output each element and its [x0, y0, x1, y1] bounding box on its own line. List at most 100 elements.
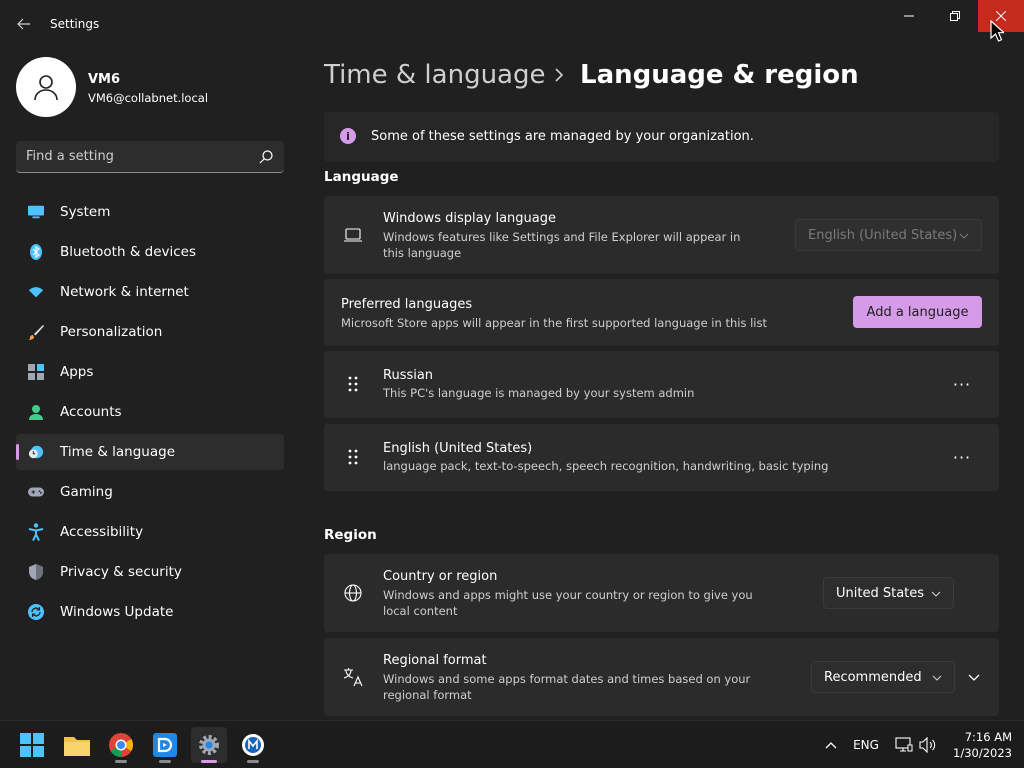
sidebar-item-bluetooth[interactable]: Bluetooth & devices	[16, 234, 284, 270]
taskbar-settings[interactable]	[191, 727, 227, 763]
sidebar-item-label: System	[60, 204, 111, 220]
network-status[interactable]	[894, 735, 914, 755]
preferred-languages-card: Preferred languages Microsoft Store apps…	[324, 279, 999, 346]
sidebar-item-apps[interactable]: Apps	[16, 354, 284, 390]
apps-icon	[28, 364, 44, 380]
country-region-dropdown[interactable]: United States	[823, 577, 954, 609]
country-region-title: Country or region	[383, 569, 498, 584]
drag-handle-icon[interactable]	[342, 373, 364, 395]
input-language-indicator[interactable]: ENG	[850, 735, 882, 755]
regional-format-dropdown[interactable]: Recommended	[811, 661, 955, 693]
expand-chevron-icon[interactable]	[968, 671, 980, 683]
language-item-russian[interactable]: Russian This PC's language is managed by…	[324, 351, 999, 418]
country-region-value: United States	[836, 585, 925, 601]
language-item-english[interactable]: English (United States) language pack, t…	[324, 424, 999, 491]
sidebar-item-label: Windows Update	[60, 604, 174, 620]
breadcrumb-parent[interactable]: Time & language	[324, 60, 545, 90]
search-icon[interactable]	[258, 149, 274, 165]
sidebar-item-accessibility[interactable]: Accessibility	[16, 514, 284, 550]
speaker-icon	[919, 737, 936, 753]
sidebar-item-personalization[interactable]: Personalization	[16, 314, 284, 350]
sidebar-item-system[interactable]: System	[16, 194, 284, 230]
start-button[interactable]	[14, 727, 50, 763]
clock-globe-icon	[28, 444, 44, 460]
taskbar-file-explorer[interactable]	[59, 727, 95, 763]
display-language-value: English (United States)	[808, 227, 958, 243]
sidebar-item-label: Gaming	[60, 484, 113, 500]
preferred-languages-description: Microsoft Store apps will appear in the …	[341, 316, 767, 330]
restore-button[interactable]	[932, 0, 978, 32]
back-arrow-icon	[17, 18, 30, 30]
chrome-icon	[109, 733, 133, 757]
running-indicator	[247, 760, 259, 763]
back-button[interactable]	[12, 12, 36, 36]
sidebar-item-label: Privacy & security	[60, 564, 182, 580]
taskbar: ENG 7:16 AM 1/30/2023	[0, 720, 1024, 768]
clock-date: 1/30/2023	[953, 746, 1012, 760]
taskbar-chrome[interactable]	[103, 727, 139, 763]
sidebar-item-gaming[interactable]: Gaming	[16, 474, 284, 510]
folder-icon	[64, 737, 90, 756]
title-bar: Settings	[0, 0, 1024, 48]
section-title-language: Language	[324, 169, 399, 185]
banner-text: Some of these settings are managed by yo…	[371, 129, 754, 144]
display-language-description: Windows features like Settings and File …	[383, 230, 741, 260]
wifi-icon	[28, 284, 44, 300]
person-icon	[28, 404, 44, 420]
app-title: Settings	[50, 17, 100, 31]
search-input[interactable]	[26, 141, 256, 172]
mouse-cursor-icon	[990, 20, 1004, 42]
taskbar-remote-app[interactable]	[147, 727, 183, 763]
laptop-icon	[342, 224, 364, 246]
taskbar-clock[interactable]: 7:16 AM 1/30/2023	[940, 729, 1012, 761]
globe-icon	[342, 582, 364, 604]
clock-time: 7:16 AM	[964, 730, 1012, 744]
sidebar-item-accounts[interactable]: Accounts	[16, 394, 284, 430]
app-logo-icon	[242, 734, 264, 756]
taskbar-app[interactable]	[235, 727, 271, 763]
shield-icon	[28, 564, 44, 580]
monitor-network-icon	[895, 737, 913, 752]
display-language-dropdown: English (United States)	[795, 219, 982, 251]
user-email: VM6@collabnet.local	[88, 91, 209, 105]
sidebar-item-windows-update[interactable]: Windows Update	[16, 594, 284, 630]
minimize-button[interactable]	[886, 0, 932, 32]
restore-icon	[950, 11, 960, 21]
update-icon	[28, 604, 44, 620]
brush-icon	[28, 324, 44, 340]
avatar[interactable]	[16, 57, 76, 117]
language-name: Russian	[383, 368, 434, 383]
country-region-card: Country or region Windows and apps might…	[324, 554, 999, 632]
sidebar-item-time-language[interactable]: Time & language	[16, 434, 284, 470]
bluetooth-icon	[28, 244, 44, 260]
display-language-card: Windows display language Windows feature…	[324, 196, 999, 274]
chevron-down-icon	[932, 675, 942, 681]
show-hidden-icons-button[interactable]	[822, 735, 840, 755]
sidebar-nav: System Bluetooth & devices Network & int…	[16, 194, 284, 634]
system-icon	[28, 204, 44, 220]
search-box[interactable]	[16, 141, 284, 173]
windows-logo-icon	[20, 733, 44, 757]
more-options-button[interactable]: ···	[950, 445, 974, 469]
volume-control[interactable]	[918, 735, 938, 755]
section-title-region: Region	[324, 527, 377, 543]
gear-icon	[199, 735, 219, 755]
sidebar-item-label: Accessibility	[60, 524, 144, 540]
country-region-description: Windows and apps might use your country …	[383, 588, 753, 618]
regional-format-description: Windows and some apps format dates and t…	[383, 672, 751, 702]
accessibility-icon	[28, 523, 44, 541]
sidebar-item-privacy[interactable]: Privacy & security	[16, 554, 284, 590]
regional-format-card[interactable]: Regional format Windows and some apps fo…	[324, 638, 999, 716]
preferred-languages-title: Preferred languages	[341, 297, 473, 312]
regional-format-title: Regional format	[383, 653, 487, 668]
regional-format-value: Recommended	[824, 669, 922, 685]
drag-handle-icon[interactable]	[342, 446, 364, 468]
active-indicator	[201, 760, 217, 763]
more-options-button[interactable]: ···	[950, 372, 974, 396]
sidebar-item-network[interactable]: Network & internet	[16, 274, 284, 310]
info-icon: i	[340, 128, 356, 144]
remote-desktop-icon	[153, 733, 177, 757]
user-name: VM6	[88, 72, 121, 87]
add-language-button[interactable]: Add a language	[853, 296, 982, 328]
chevron-down-icon	[959, 233, 969, 239]
